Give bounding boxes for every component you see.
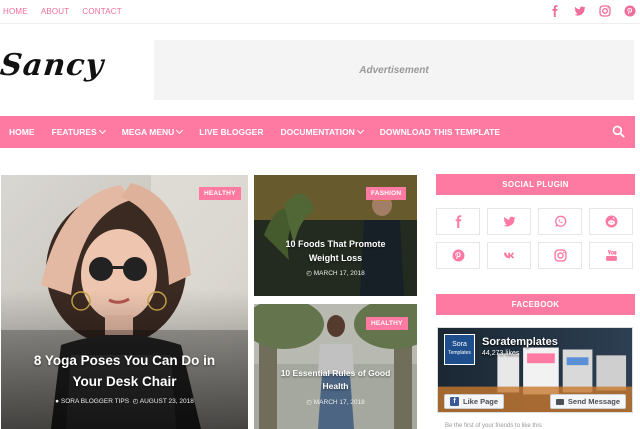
post-meta: ● SORA BLOGGER TIPS ◴ AUGUST 23, 2018: [1, 397, 248, 405]
nav-item-home[interactable]: HOME: [9, 127, 35, 137]
nav-item-live-blogger[interactable]: LIVE BLOGGER: [199, 127, 263, 137]
social-button-vk[interactable]: [487, 242, 531, 269]
post-meta: ◴ MARCH 17, 2018: [254, 398, 417, 406]
nav-item-label: DOCUMENTATION: [280, 127, 355, 137]
top-bar: HOME ABOUT CONTACT: [0, 0, 640, 24]
top-link-home[interactable]: HOME: [3, 7, 28, 16]
social-button-reddit[interactable]: [589, 208, 633, 235]
featured-post-large[interactable]: HEALTHY 8 Yoga Poses You Can Do in Your …: [1, 175, 248, 429]
chevron-down-icon: [98, 126, 106, 135]
vk-icon: [503, 252, 514, 259]
social-button-facebook[interactable]: [436, 208, 480, 235]
pinterest-icon[interactable]: [624, 5, 636, 17]
featured-post-top-right[interactable]: FASHION 10 Foods That Promote Weight Los…: [254, 175, 417, 296]
send-message-label: Send Message: [567, 397, 620, 406]
post-title[interactable]: 10 Essential Rules of Good Health: [260, 367, 411, 393]
instagram-icon[interactable]: [599, 5, 611, 17]
top-social-icons: [549, 5, 636, 17]
instagram-icon: [553, 249, 567, 262]
post-title-line-1: 10 Foods That Promote: [285, 239, 386, 249]
youtube-icon: [605, 249, 617, 261]
social-button-youtube[interactable]: [589, 242, 633, 269]
post-date: MARCH 17, 2018: [313, 270, 365, 277]
facebook-icon[interactable]: [549, 5, 561, 17]
top-link-about[interactable]: ABOUT: [41, 7, 70, 16]
post-title-line-2: Weight Loss: [308, 253, 363, 263]
facebook-heading: FACEBOOK: [436, 294, 635, 315]
nav-item-mega-menu[interactable]: MEGA MENU: [121, 126, 184, 137]
nav-item-label: FEATURES: [51, 127, 97, 137]
top-links: HOME ABOUT CONTACT: [3, 7, 122, 16]
chevron-down-icon: [176, 126, 184, 135]
social-button-instagram[interactable]: [538, 242, 582, 269]
facebook-icon: f: [450, 397, 459, 406]
post-title-line-2: Health: [322, 381, 349, 391]
chevron-down-icon: [356, 126, 364, 135]
post-author[interactable]: SORA BLOGGER TIPS: [61, 398, 129, 405]
nav-item-label: DOWNLOAD THIS TEMPLATE: [379, 127, 501, 137]
social-button-pinterest[interactable]: [436, 242, 480, 269]
message-icon: [555, 398, 564, 405]
social-plugin-heading: SOCIAL PLUGIN: [436, 174, 635, 195]
facebook-page-name[interactable]: Soratemplates: [482, 336, 558, 348]
category-tag[interactable]: HEALTHY: [366, 317, 408, 330]
social-button-twitter[interactable]: [487, 208, 531, 235]
post-title[interactable]: 8 Yoga Poses You Can Do in Your Desk Cha…: [11, 350, 238, 392]
post-title[interactable]: 10 Foods That Promote Weight Loss: [262, 237, 409, 265]
site-logo[interactable]: Sancy: [0, 48, 112, 90]
nav-item-download-template[interactable]: DOWNLOAD THIS TEMPLATE: [380, 127, 500, 137]
logo-line-2: Templates: [448, 350, 471, 356]
nav-item-label: MEGA MENU: [121, 127, 175, 137]
logo-line-1: Sora: [452, 341, 467, 348]
facebook-page-likes: 44,273 likes: [482, 350, 520, 357]
post-date: MARCH 17, 2018: [313, 399, 365, 406]
facebook-page-widget[interactable]: Sora Templates Soratemplates 44,273 like…: [437, 327, 633, 413]
clock-icon: ◴: [306, 399, 312, 406]
nav-items: HOME FEATURES MEGA MENU LIVE BLOGGER DOC…: [9, 116, 500, 148]
post-title-line-1: 8 Yoga Poses You Can Do in: [33, 353, 216, 368]
facebook-icon: [455, 215, 461, 228]
send-message-button[interactable]: Send Message: [549, 394, 626, 409]
category-tag[interactable]: FASHION: [366, 187, 407, 200]
post-title-line-1: 10 Essential Rules of Good: [280, 368, 391, 378]
search-icon[interactable]: [612, 125, 625, 138]
top-link-contact[interactable]: CONTACT: [82, 7, 121, 16]
pinterest-icon: [452, 249, 464, 262]
clock-icon: ◴: [132, 398, 139, 405]
nav-item-label: HOME: [9, 127, 35, 137]
social-button-whatsapp[interactable]: [538, 208, 582, 235]
like-page-label: Like Page: [463, 397, 499, 406]
advertisement-banner[interactable]: Advertisement: [154, 40, 634, 100]
nav-item-documentation[interactable]: DOCUMENTATION: [280, 126, 364, 137]
nav-item-label: LIVE BLOGGER: [199, 127, 264, 137]
twitter-icon[interactable]: [574, 5, 586, 17]
post-meta: ◴ MARCH 17, 2018: [254, 269, 417, 277]
featured-post-bottom-right[interactable]: HEALTHY 10 Essential Rules of Good Healt…: [254, 304, 417, 429]
user-icon: ●: [55, 398, 60, 405]
facebook-widget-footer: Be the first of your friends to like thi…: [445, 423, 542, 429]
facebook-page-logo[interactable]: Sora Templates: [444, 334, 475, 365]
like-page-button[interactable]: f Like Page: [444, 394, 505, 409]
post-title-line-2: Your Desk Chair: [72, 374, 177, 389]
reddit-icon: [605, 215, 617, 228]
category-tag[interactable]: HEALTHY: [199, 187, 241, 200]
main-navigation: HOME FEATURES MEGA MENU LIVE BLOGGER DOC…: [0, 116, 635, 148]
twitter-icon: [502, 216, 515, 227]
whatsapp-icon: [554, 215, 566, 227]
nav-item-features[interactable]: FEATURES: [51, 126, 106, 137]
post-date: AUGUST 23, 2018: [139, 398, 194, 405]
clock-icon: ◴: [306, 270, 312, 277]
social-plugin-grid: [436, 208, 635, 269]
